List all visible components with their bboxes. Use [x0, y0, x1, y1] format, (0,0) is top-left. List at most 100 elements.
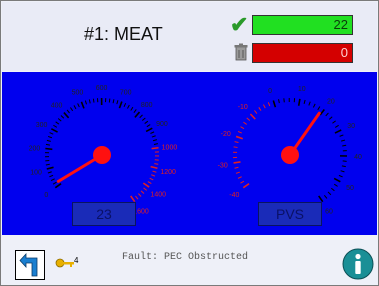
left-gauge-tick	[88, 99, 91, 104]
left-gauge-tick	[134, 111, 141, 118]
left-gauge-scale-label: 800	[141, 102, 153, 109]
left-gauge-tick	[127, 104, 130, 109]
right-gauge-scale-label: 30	[347, 123, 355, 130]
left-gauge-tick	[46, 166, 54, 170]
right-gauge-tick	[328, 116, 333, 120]
info-icon	[342, 248, 374, 280]
right-gauge-tick	[233, 161, 241, 164]
right-gauge-tick	[235, 135, 243, 140]
right-gauge-tick	[258, 107, 262, 111]
right-gauge-tick	[334, 124, 339, 128]
left-gauge-scale-label: 200	[29, 145, 41, 152]
left-gauge-tick	[151, 174, 156, 177]
right-gauge-tick	[318, 195, 324, 203]
left-gauge-tick	[145, 127, 153, 133]
page-title: #1: MEAT	[84, 24, 163, 44]
right-gauge: -40 -30 -20 -10 0 10 20 30 40 50 60	[218, 86, 362, 216]
left-gauge-tick	[52, 181, 57, 185]
left-gauge-scale-label: 700	[120, 89, 132, 96]
reject-count-bar: 0	[252, 43, 353, 63]
right-gauge-scale-label: 0	[268, 88, 272, 95]
left-gauge-tick	[147, 181, 152, 184]
right-gauge-scale-label: -10	[238, 104, 248, 111]
left-gauge-scale-label: 1200	[160, 169, 176, 176]
left-gauge-tick	[135, 195, 139, 200]
right-gauge-tick	[330, 187, 335, 192]
right-gauge-scale-label: -30	[218, 162, 228, 169]
right-gauge-tick	[297, 98, 301, 106]
right-gauge-tick	[240, 126, 245, 130]
left-gauge-tick	[49, 174, 54, 178]
trash-icon	[234, 43, 248, 61]
footer: 4 Fault: PEC Obstructed	[2, 235, 377, 285]
left-gauge-tick	[57, 118, 62, 122]
left-gauge-scale-label: 1400	[150, 191, 166, 198]
left-gauge-tick	[49, 132, 54, 135]
right-gauge-tick	[240, 180, 245, 184]
left-gauge-tick	[140, 190, 145, 194]
left-gauge-tick	[60, 115, 65, 119]
left-gauge-tick	[130, 195, 136, 203]
right-gauge-tick	[237, 130, 242, 134]
right-gauge-tick	[312, 103, 316, 108]
left-gauge-tick	[141, 117, 146, 121]
left-gauge-tick	[45, 163, 50, 166]
right-gauge-scale-label: -40	[229, 192, 239, 199]
left-gauge-tick	[77, 103, 80, 108]
right-gauge-tick	[338, 174, 343, 178]
left-gauge-tick	[123, 102, 127, 107]
right-gauge-tick	[323, 195, 328, 199]
right-gauge-scale-label: 60	[325, 209, 333, 216]
left-gauge-tick	[70, 107, 74, 112]
left-gauge-tick	[137, 193, 142, 197]
right-gauge-tick	[308, 101, 311, 106]
right-gauge-tick	[317, 106, 321, 111]
left-gauge-scale-label: 100	[30, 170, 42, 177]
right-gauge-needle-hub	[281, 146, 299, 164]
right-gauge-tick	[267, 102, 271, 107]
right-gauge-tick	[233, 146, 238, 148]
right-gauge-tick	[243, 121, 247, 125]
left-gauge-scale-label: 400	[51, 102, 63, 109]
left-gauge-tick	[92, 98, 95, 103]
left-gauge-tick	[144, 120, 149, 124]
left-gauge-tick	[45, 147, 53, 151]
left-gauge-tick	[84, 100, 87, 105]
left-gauge-tick	[154, 163, 159, 165]
left-gauge-scale-label: 0	[44, 192, 48, 199]
left-gauge-scale-label: 500	[72, 90, 84, 97]
left-gauge-tick	[150, 131, 155, 134]
gauge-panel: 0 100 200 300 400 500 600 700 800 900 1000 1200 1400…	[2, 72, 377, 235]
right-gauge-tick	[234, 166, 239, 169]
fault-message: Fault: PEC Obstructed	[122, 252, 249, 263]
left-gauge-tick	[151, 135, 156, 138]
info-button[interactable]	[342, 248, 374, 280]
left-gauge-tick	[116, 100, 119, 105]
right-gauge-tick	[237, 176, 242, 179]
left-gauge-tick	[47, 135, 53, 139]
app-frame: #1: MEAT ✔ 22 0 0 100 200 300 400 500 600 700 80…	[0, 0, 379, 286]
right-gauge-tick	[342, 144, 347, 147]
back-arrow-icon	[19, 252, 38, 277]
back-button[interactable]	[15, 250, 45, 280]
key-count: 4	[74, 256, 79, 265]
right-gauge-scale-label: 10	[298, 86, 306, 93]
good-count-bar: 22	[252, 15, 353, 35]
left-gauge-tick	[152, 139, 158, 142]
left-gauge-tick	[63, 112, 70, 119]
right-gauge-tick	[334, 129, 342, 134]
left-gauge-readout: 23	[72, 202, 136, 226]
checkmark-icon: ✔	[230, 12, 249, 37]
right-gauge-tick	[333, 177, 341, 183]
right-gauge-tick	[303, 99, 306, 105]
right-gauge-tick	[278, 99, 280, 104]
right-gauge-tick	[235, 171, 240, 174]
right-gauge-scale-label: 50	[346, 185, 354, 192]
right-gauge-tick	[340, 170, 345, 173]
left-gauge-tick	[133, 109, 137, 113]
left-gauge-scale-label: 600	[96, 85, 108, 92]
left-gauge-tick	[54, 183, 62, 189]
right-gauge-tick	[319, 108, 325, 116]
right-gauge-tick	[325, 112, 329, 117]
left-gauge-tick	[112, 99, 115, 104]
